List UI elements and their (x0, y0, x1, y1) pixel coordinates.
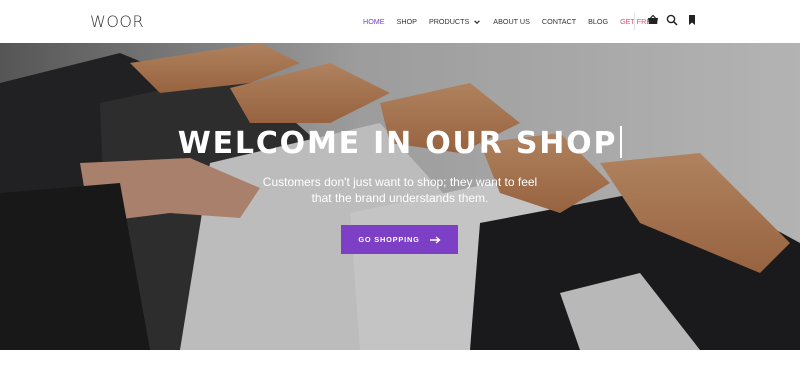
hero-title: WELCOME IN OUR SHOP (0, 126, 800, 161)
hero-banner: WELCOME IN OUR SHOP Customers don't just… (0, 43, 800, 350)
cart-icon[interactable] (647, 14, 659, 26)
nav-item-blog[interactable]: BLOG (588, 17, 608, 26)
arrow-right-icon (429, 235, 441, 244)
hero-subtitle: Customers don't just want to shop; they … (250, 174, 550, 206)
nav-item-contact[interactable]: CONTACT (542, 17, 576, 26)
nav-item-home[interactable]: HOME (363, 17, 385, 26)
main-nav: HOME SHOP PRODUCTS ABOUT US CONTACT BLOG… (363, 0, 658, 43)
page-content-area (0, 350, 800, 388)
nav-item-about-us[interactable]: ABOUT US (493, 17, 530, 26)
nav-item-products-label: PRODUCTS (428, 17, 470, 26)
nav-item-shop[interactable]: SHOP (397, 17, 417, 26)
header-divider (634, 13, 635, 30)
go-shopping-button[interactable]: GO SHOPPING (341, 225, 458, 254)
hero-subtitle-line1: Customers don't just want to shop; they … (262, 175, 538, 189)
bookmark-icon[interactable] (686, 14, 698, 26)
text-cursor (620, 126, 623, 158)
go-shopping-label: GO SHOPPING (358, 235, 420, 244)
hero-title-text: WELCOME IN OUR SHOP (177, 126, 618, 161)
chevron-down-icon (474, 19, 481, 24)
site-header: WOOR HOME SHOP PRODUCTS ABOUT US CONTACT… (0, 0, 800, 43)
search-icon[interactable] (666, 14, 678, 26)
hero-subtitle-line2: that the brand understands them. (311, 191, 489, 205)
nav-item-products[interactable]: PRODUCTS (429, 17, 481, 26)
site-logo[interactable]: WOOR (90, 12, 144, 31)
